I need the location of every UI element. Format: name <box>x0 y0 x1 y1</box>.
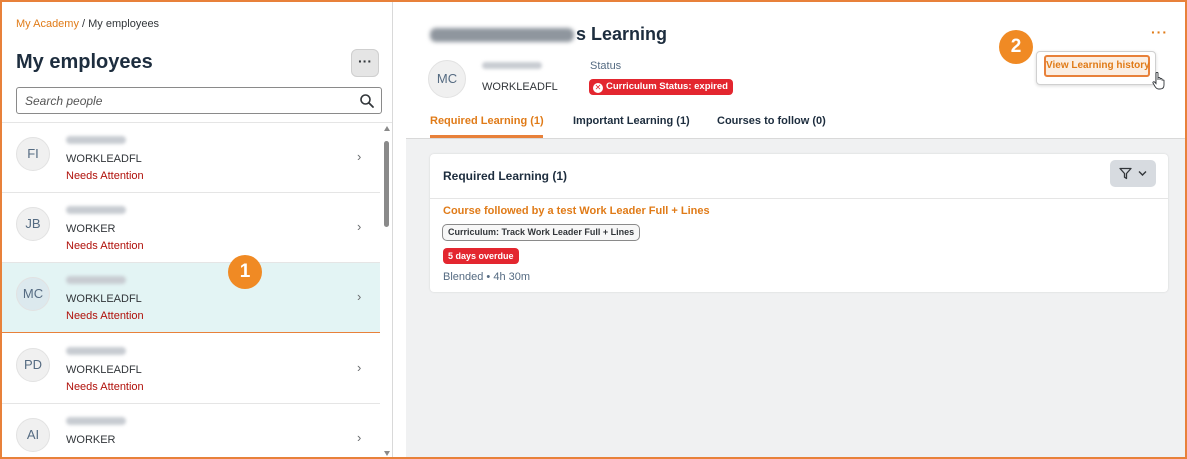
employee-role: WORKLEADFL <box>66 364 142 376</box>
avatar: FI <box>16 137 50 171</box>
chevron-right-icon: › <box>357 149 362 164</box>
breadcrumb-link-my-academy[interactable]: My Academy <box>16 18 79 30</box>
scrollbar-thumb[interactable] <box>384 141 389 227</box>
breadcrumb-current: My employees <box>88 18 160 30</box>
curriculum-status-text: Curriculum Status: expired <box>606 81 728 92</box>
chevron-right-icon: › <box>357 430 362 445</box>
page-title: My employees <box>16 51 153 73</box>
employee-row-jb[interactable]: JB WORKER Needs Attention › <box>2 193 380 263</box>
tab-courses-to-follow[interactable]: Courses to follow (0) <box>717 115 826 127</box>
scroll-down-arrow-icon[interactable] <box>384 451 390 456</box>
tab-required-learning[interactable]: Required Learning (1) <box>430 115 544 127</box>
avatar: PD <box>16 348 50 382</box>
employee-avatar: MC <box>428 60 466 98</box>
chevron-right-icon: › <box>357 219 362 234</box>
curriculum-tag: Curriculum: Track Work Leader Full + Lin… <box>442 224 641 241</box>
view-learning-history-button[interactable]: View Learning history <box>1044 55 1150 77</box>
card-title: Required Learning (1) <box>443 169 568 183</box>
blurred-employee-name <box>66 136 126 144</box>
employee-role: WORKLEADFL <box>482 81 558 93</box>
more-options-button[interactable]: ··· <box>351 49 379 77</box>
employee-role: WORKLEADFL <box>66 293 142 305</box>
employee-row-mc[interactable]: MC WORKLEADFL Needs Attention › 1 <box>2 255 380 333</box>
app-frame: My Academy / My employees My employees ·… <box>0 0 1187 459</box>
card-divider <box>430 198 1168 199</box>
blurred-employee-name <box>66 276 126 284</box>
curriculum-status-badge: ✕ Curriculum Status: expired <box>589 79 733 95</box>
search-icon[interactable] <box>359 93 375 109</box>
blurred-employee-name <box>66 347 126 355</box>
detail-more-options-button[interactable]: ··· <box>1151 24 1168 40</box>
overdue-badge: 5 days overdue <box>443 248 519 264</box>
scroll-up-arrow-icon[interactable] <box>384 126 390 131</box>
employee-sidebar: My Academy / My employees My employees ·… <box>2 2 393 457</box>
hand-pointer-icon <box>1152 72 1165 90</box>
avatar: AI <box>16 418 50 452</box>
detail-header: s Learning ··· MC WORKLEADFL Status ✕ Cur… <box>406 2 1185 139</box>
avatar: MC <box>16 277 50 311</box>
employee-role: WORKER <box>66 223 116 235</box>
employee-status: Needs Attention <box>66 381 144 393</box>
blurred-employee-name <box>482 62 542 69</box>
employee-row-pd[interactable]: PD WORKLEADFL Needs Attention › <box>2 334 380 404</box>
chevron-right-icon: › <box>357 360 362 375</box>
status-label: Status <box>590 60 622 72</box>
chevron-right-icon: › <box>357 289 362 304</box>
filter-icon <box>1119 167 1132 180</box>
tab-important-learning[interactable]: Important Learning (1) <box>573 115 690 127</box>
chevron-down-icon <box>1138 171 1147 176</box>
blurred-employee-name <box>66 417 126 425</box>
employee-status: Needs Attention <box>66 240 144 252</box>
detail-title: s Learning <box>576 24 668 44</box>
error-circle-icon: ✕ <box>593 83 603 93</box>
course-meta: Blended • 4h 30m <box>443 271 531 283</box>
blurred-employee-name <box>66 206 126 214</box>
course-title-link[interactable]: Course followed by a test Work Leader Fu… <box>443 205 710 217</box>
search-input[interactable] <box>25 88 345 113</box>
employee-list: FI WORKLEADFL Needs Attention › JB WORKE… <box>2 123 380 457</box>
filter-button[interactable] <box>1110 160 1156 187</box>
breadcrumb-separator: / <box>78 18 89 30</box>
list-scrollbar[interactable] <box>382 123 392 457</box>
view-history-popover: View Learning history <box>1036 51 1156 85</box>
employee-row-ai[interactable]: AI WORKER › <box>2 404 380 457</box>
employee-detail-panel: s Learning ··· MC WORKLEADFL Status ✕ Cur… <box>406 2 1185 457</box>
required-learning-card: Required Learning (1) Course followed by… <box>430 154 1168 292</box>
search-people-field[interactable] <box>16 87 382 114</box>
blurred-employee-name-title <box>430 28 574 42</box>
callout-badge-1: 1 <box>228 255 262 289</box>
employee-role: WORKLEADFL <box>66 153 142 165</box>
employee-status: Needs Attention <box>66 170 144 182</box>
employee-status: Needs Attention <box>66 310 144 322</box>
employee-role: WORKER <box>66 434 116 446</box>
avatar: JB <box>16 207 50 241</box>
breadcrumb: My Academy / My employees <box>16 18 159 30</box>
employee-row-fi[interactable]: FI WORKLEADFL Needs Attention › <box>2 123 380 193</box>
header-divider <box>406 138 1185 139</box>
callout-badge-2: 2 <box>999 30 1033 64</box>
